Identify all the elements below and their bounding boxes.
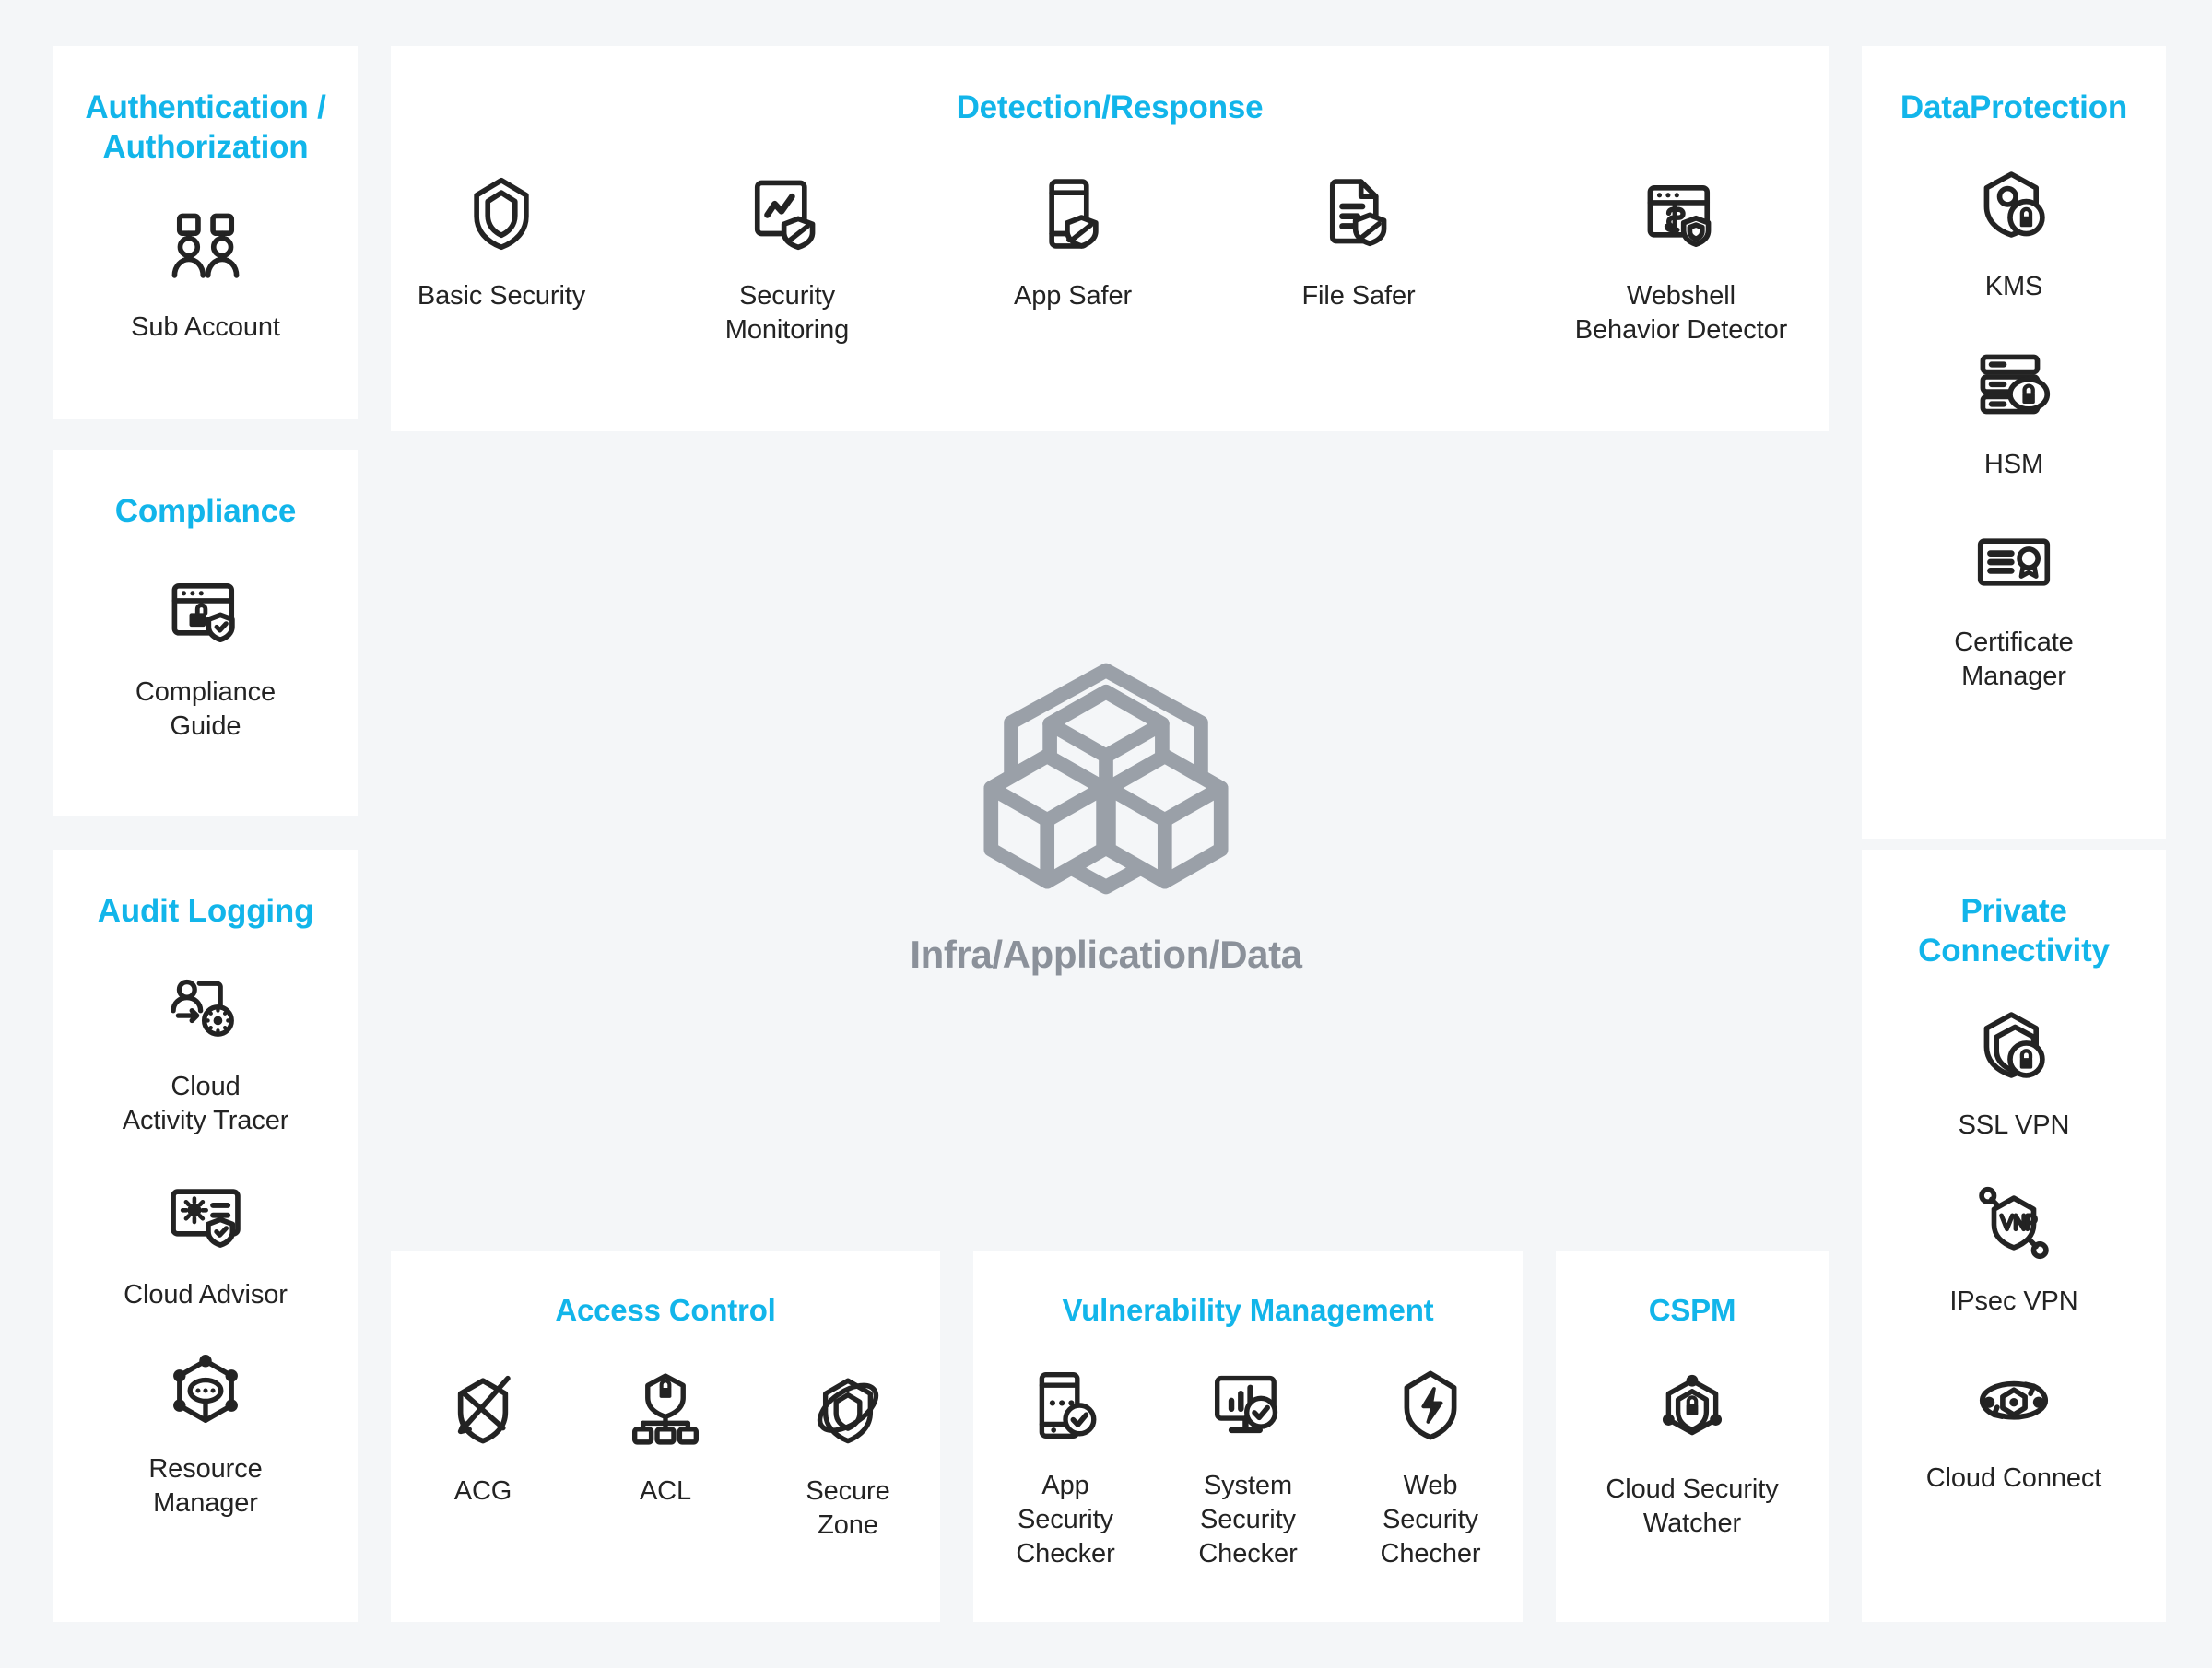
item-kms[interactable]: KMS [1974,167,2053,304]
item-sub-account[interactable]: Sub Account [131,207,280,345]
item-cloud-activity-tracer[interactable]: Cloud Activity Tracer [122,969,289,1138]
shield-orbit-icon [810,1371,886,1447]
item-label: Compliance Guide [135,676,276,741]
item-file-safer[interactable]: File Safer [1266,174,1451,313]
card-detection-response: Detection/Response Basic Security Securi… [391,46,1829,431]
item-label: SSL VPN [1958,1110,2070,1141]
mobile-shield-icon [1033,174,1112,253]
browser-lock-shield-icon [166,572,245,652]
vpn-shield-nodes-icon [1974,1183,2053,1263]
item-ipsec-vpn[interactable]: IPsec VPN [1949,1183,2078,1319]
card-title-detection-response: Detection/Response [956,89,1264,125]
item-ssl-vpn[interactable]: SSL VPN [1958,1007,2070,1143]
item-certificate-manager[interactable]: Certificate Manager [1954,523,2074,694]
certificate-icon [1974,523,2053,602]
card-authentication-authorization: Authentication / Authorization Sub Accou… [53,46,358,419]
card-title-access-control: Access Control [555,1293,776,1327]
item-label: Secure Zone [806,1476,890,1541]
item-webshell-behavior-detector[interactable]: Webshell Behavior Detector [1552,174,1810,347]
shield-arrow-cross-icon [445,1371,521,1447]
card-title-compliance: Compliance [114,493,297,529]
item-label: Cloud Activity Tracer [122,1071,289,1135]
center-label: Infra/Application/Data [910,933,1302,976]
card-title-audit-logging: Audit Logging [97,893,314,929]
item-label: KMS [1984,271,2043,301]
item-label: Cloud Advisor [124,1279,288,1310]
item-acg[interactable]: ACG [418,1371,547,1509]
browser-dollar-shield-icon [1641,174,1721,253]
item-label: Cloud Security Watcher [1606,1474,1779,1539]
card-title-line2: Connectivity [1918,932,2110,969]
item-label: Certificate Manager [1954,627,2074,692]
card-title-line2: Authorization [102,128,309,165]
item-cloud-security-watcher[interactable]: Cloud Security Watcher [1606,1371,1779,1541]
shield-key-lock-icon [1974,167,2053,246]
shield-bolt-icon [1393,1368,1468,1443]
item-app-security-checker[interactable]: App Security Checker [996,1368,1135,1571]
item-label: App Security Checker [1016,1471,1115,1569]
hexagon-nodes-shield-lock-icon [1654,1371,1730,1447]
server-lock-icon [1974,345,2053,424]
shield-lock-hierarchy-icon [628,1371,703,1447]
card-cspm: CSPM Cloud Security Watcher [1556,1251,1829,1622]
item-label: HSM [1983,449,2044,479]
file-shield-icon [1319,174,1398,253]
card-audit-logging: Audit Logging Cloud Activity Tracer Clou… [53,850,358,1622]
item-label: Resource Manager [148,1454,263,1519]
connect-orbit-icon [1974,1360,2053,1439]
item-hsm[interactable]: HSM [1974,345,2053,482]
item-app-safer[interactable]: App Safer [981,174,1165,313]
item-web-security-checher[interactable]: Web Security Checher [1361,1368,1500,1571]
item-secure-zone[interactable]: Secure Zone [783,1371,912,1543]
center-infra-application-data: Infra/Application/Data [830,645,1382,977]
item-compliance-guide[interactable]: Compliance Guide [135,572,276,744]
item-label: Web Security Checher [1380,1471,1481,1569]
security-architecture-diagram: Authentication / Authorization Sub Accou… [0,0,2212,1668]
card-title-authentication: Authentication / Authorization [53,88,358,167]
card-access-control: Access Control ACG ACL Secure Zone [391,1251,940,1622]
card-vulnerability-management: Vulnerability Management App Security Ch… [973,1251,1523,1622]
item-basic-security[interactable]: Basic Security [409,174,594,313]
item-acl[interactable]: ACL [601,1371,730,1509]
item-label: File Safer [1301,280,1416,311]
card-data-protection: DataProtection KMS HSM Certificate Manag… [1862,46,2166,839]
item-label: App Safer [1013,280,1133,311]
item-resource-manager[interactable]: Resource Manager [148,1351,263,1521]
monitor-gear-shield-check-icon [166,1177,245,1256]
monitor-chart-check-icon [1210,1368,1286,1443]
chart-document-shield-icon [747,174,827,253]
item-cloud-connect[interactable]: Cloud Connect [1925,1360,2102,1496]
item-label: ACL [639,1476,692,1507]
two-users-icon [166,207,245,287]
card-title-line1: Private [1960,893,2067,929]
shield-lock-layered-icon [1974,1007,2053,1087]
item-system-security-checker[interactable]: System Security Checker [1179,1368,1317,1571]
card-title-vulnerability-management: Vulnerability Management [1062,1293,1434,1327]
card-title-line1: Authentication / [85,89,326,125]
item-label: Cloud Connect [1925,1462,2102,1493]
item-label: ACG [453,1476,512,1507]
item-label: System Security Checker [1198,1471,1298,1569]
users-gear-document-icon [166,969,245,1048]
three-cubes-hexagon-icon [972,645,1240,912]
item-label: Sub Account [131,312,280,343]
card-private-connectivity: Private Connectivity SSL VPN IPsec VPN C… [1862,850,2166,1622]
card-title-cspm: CSPM [1648,1293,1736,1327]
item-label: Webshell Behavior Detector [1574,280,1788,345]
network-nodes-icon [166,1351,245,1430]
item-label: Security Monitoring [724,280,850,345]
card-compliance: Compliance Compliance Guide [53,450,358,816]
card-title-private-connectivity: Private Connectivity [1862,892,2166,970]
item-cloud-advisor[interactable]: Cloud Advisor [124,1177,288,1312]
item-label: IPsec VPN [1949,1286,2078,1317]
mobile-check-icon [1028,1368,1103,1443]
item-security-monitoring[interactable]: Security Monitoring [695,174,879,347]
card-title-data-protection: DataProtection [1900,89,2128,125]
shield-outline-icon [462,174,541,253]
item-label: Basic Security [417,280,586,311]
